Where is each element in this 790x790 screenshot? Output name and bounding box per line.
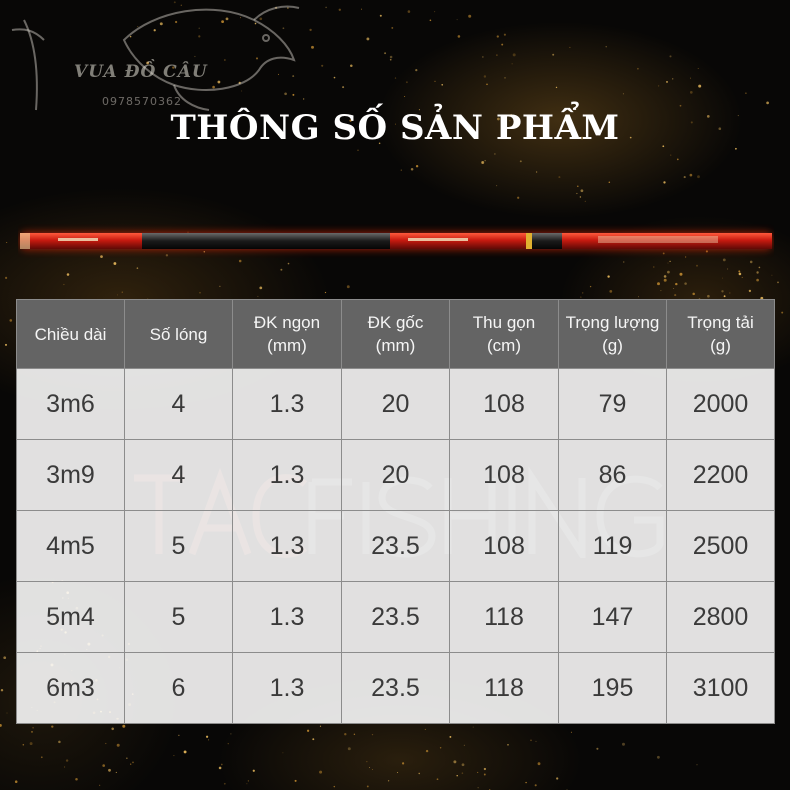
page-title: THÔNG SỐ SẢN PHẨM — [170, 108, 620, 148]
cell-sections: 4 — [124, 439, 233, 511]
cell-tip-diameter: 1.3 — [232, 510, 342, 582]
cell-weight: 79 — [558, 368, 667, 440]
cell-butt-diameter: 23.5 — [341, 652, 450, 724]
table-row: 6m3 6 1.3 23.5 118 195 3100 — [16, 652, 775, 724]
cell-tip-diameter: 1.3 — [232, 368, 342, 440]
table-row: 3m9 4 1.3 20 108 86 2200 — [16, 439, 775, 511]
cell-butt-diameter: 23.5 — [341, 581, 450, 653]
cell-load-capacity: 2500 — [666, 510, 775, 582]
cell-collapsed-length: 108 — [449, 368, 559, 440]
header-tip-diameter: ĐK ngọn (mm) — [232, 299, 342, 369]
cell-load-capacity: 2800 — [666, 581, 775, 653]
header-butt-diameter: ĐK gốc (mm) — [341, 299, 450, 369]
table-row: 3m6 4 1.3 20 108 79 2000 — [16, 368, 775, 440]
cell-collapsed-length: 118 — [449, 581, 559, 653]
cell-weight: 147 — [558, 581, 667, 653]
cell-collapsed-length: 108 — [449, 439, 559, 511]
cell-length: 5m4 — [16, 581, 125, 653]
header-load-capacity: Trọng tải (g) — [666, 299, 775, 369]
header-sections: Số lóng — [124, 299, 233, 369]
cell-load-capacity: 3100 — [666, 652, 775, 724]
table-header-row: Chiều dài Số lóng ĐK ngọn (mm) ĐK gốc (mm)… — [16, 299, 775, 369]
cell-tip-diameter: 1.3 — [232, 652, 342, 724]
cell-tip-diameter: 1.3 — [232, 581, 342, 653]
header-weight: Trọng lượng (g) — [558, 299, 667, 369]
cell-sections: 4 — [124, 368, 233, 440]
cell-sections: 5 — [124, 510, 233, 582]
cell-tip-diameter: 1.3 — [232, 439, 342, 511]
cell-load-capacity: 2000 — [666, 368, 775, 440]
cell-weight: 86 — [558, 439, 667, 511]
cell-weight: 119 — [558, 510, 667, 582]
cell-sections: 5 — [124, 581, 233, 653]
specifications-table: Chiều dài Số lóng ĐK ngọn (mm) ĐK gốc (mm)… — [16, 299, 775, 724]
cell-butt-diameter: 23.5 — [341, 510, 450, 582]
logo-phone: 0978570362 — [102, 95, 182, 108]
cell-load-capacity: 2200 — [666, 439, 775, 511]
specifications-table-wrapper: Chiều dài Số lóng ĐK ngọn (mm) ĐK gốc (mm)… — [16, 299, 775, 724]
fishing-rod-image — [20, 232, 772, 250]
header-length: Chiều dài — [16, 299, 125, 369]
cell-collapsed-length: 108 — [449, 510, 559, 582]
cell-weight: 195 — [558, 652, 667, 724]
cell-length: 6m3 — [16, 652, 125, 724]
table-row: 5m4 5 1.3 23.5 118 147 2800 — [16, 581, 775, 653]
header-collapsed-length: Thu gọn (cm) — [449, 299, 559, 369]
cell-butt-diameter: 20 — [341, 439, 450, 511]
cell-length: 4m5 — [16, 510, 125, 582]
cell-length: 3m9 — [16, 439, 125, 511]
logo-name: VUA ĐỒ CÂU — [74, 62, 208, 82]
cell-collapsed-length: 118 — [449, 652, 559, 724]
cell-sections: 6 — [124, 652, 233, 724]
cell-butt-diameter: 20 — [341, 368, 450, 440]
table-row: 4m5 5 1.3 23.5 108 119 2500 — [16, 510, 775, 582]
logo: VUA ĐỒ CÂU 0978570362 — [4, 0, 304, 120]
cell-length: 3m6 — [16, 368, 125, 440]
